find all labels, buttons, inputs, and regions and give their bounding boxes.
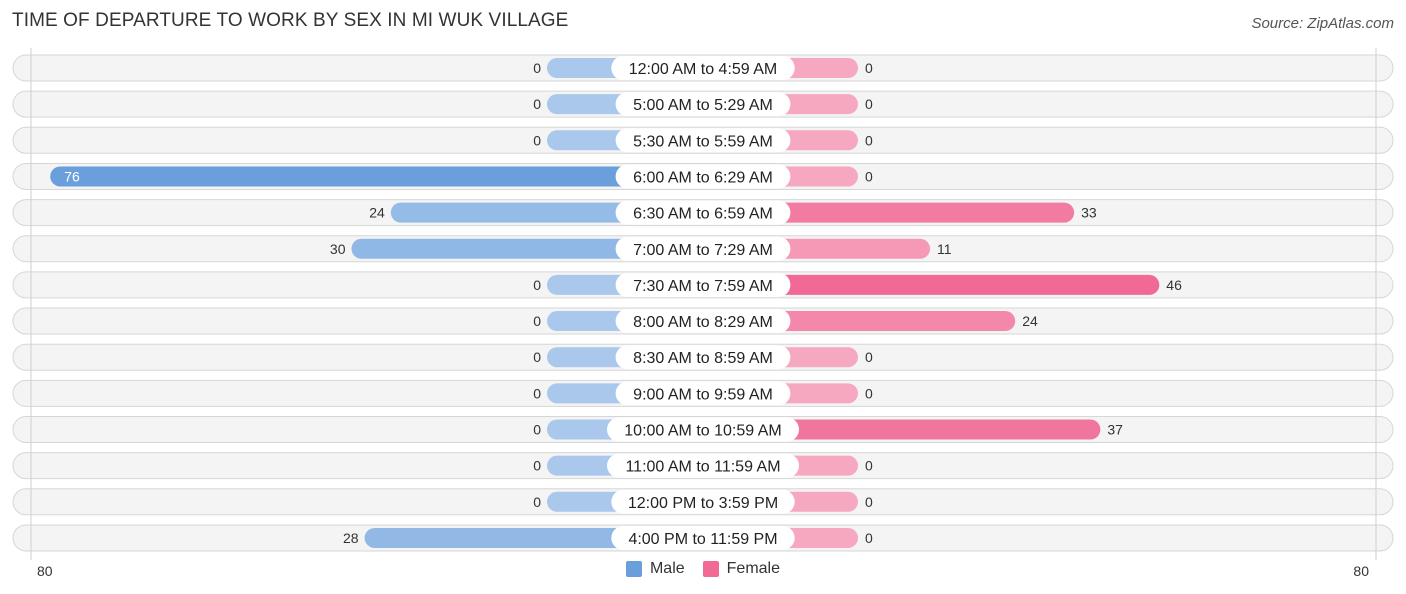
female-value-label: 0 (865, 60, 873, 76)
female-value-label: 0 (865, 132, 873, 148)
male-value-label: 0 (533, 385, 541, 401)
female-value-label: 33 (1081, 205, 1097, 221)
female-value-label: 0 (865, 349, 873, 365)
legend-swatch-male (625, 561, 642, 577)
category-label: 5:30 AM to 5:59 AM (633, 133, 773, 150)
male-value-label: 28 (343, 530, 359, 546)
male-value-label: 30 (330, 241, 346, 257)
category-label: 10:00 AM to 10:59 AM (624, 423, 781, 440)
female-value-label: 0 (865, 96, 873, 112)
legend-swatch-female (702, 561, 719, 577)
male-value-label: 24 (369, 205, 385, 221)
female-value-label: 24 (1022, 313, 1038, 329)
male-value-label: 76 (64, 168, 80, 184)
male-value-label: 0 (533, 60, 541, 76)
category-label: 12:00 AM to 4:59 AM (629, 61, 778, 78)
female-value-label: 11 (937, 241, 952, 257)
category-label: 7:00 AM to 7:29 AM (633, 242, 773, 259)
grid-layer (30, 48, 1377, 560)
female-value-label: 0 (865, 530, 873, 546)
female-value-label: 0 (865, 458, 873, 474)
male-value-label: 0 (533, 458, 541, 474)
male-value-label: 0 (533, 494, 541, 510)
male-value-label: 0 (533, 422, 541, 438)
category-label: 8:00 AM to 8:29 AM (633, 314, 773, 331)
category-label: 4:00 PM to 11:59 PM (628, 531, 777, 548)
chart-canvas: 0 0 12:00 AM to 4:59 AM 0 0 5:00 AM to 5:29 A… (12, 48, 1394, 560)
male-value-label: 0 (533, 96, 541, 112)
legend-label-female: Female (726, 560, 781, 577)
male-value-label: 0 (533, 349, 541, 365)
category-label: 6:00 AM to 6:29 AM (633, 169, 773, 186)
category-label: 8:30 AM to 8:59 AM (633, 350, 773, 367)
male-bar (50, 166, 703, 187)
category-label: 9:00 AM to 9:59 AM (633, 386, 773, 403)
female-value-label: 46 (1166, 277, 1182, 293)
female-value-label: 0 (865, 494, 873, 510)
legend-item-female[interactable]: Female (702, 560, 781, 578)
male-value-label: 0 (533, 313, 541, 329)
category-label: 6:30 AM to 6:59 AM (633, 206, 773, 223)
legend: Male Female (0, 560, 1406, 578)
category-label: 11:00 AM to 11:59 AM (625, 459, 780, 476)
female-value-label: 37 (1107, 422, 1123, 438)
female-value-label: 0 (865, 168, 873, 184)
category-label: 5:00 AM to 5:29 AM (633, 97, 773, 114)
legend-label-male: Male (649, 560, 685, 577)
male-value-label: 0 (533, 132, 541, 148)
legend-item-male[interactable]: Male (625, 560, 685, 578)
male-value-label: 0 (533, 277, 541, 293)
category-label: 7:30 AM to 7:59 AM (633, 278, 773, 295)
female-value-label: 0 (865, 385, 873, 401)
category-label: 12:00 PM to 3:59 PM (628, 495, 778, 512)
